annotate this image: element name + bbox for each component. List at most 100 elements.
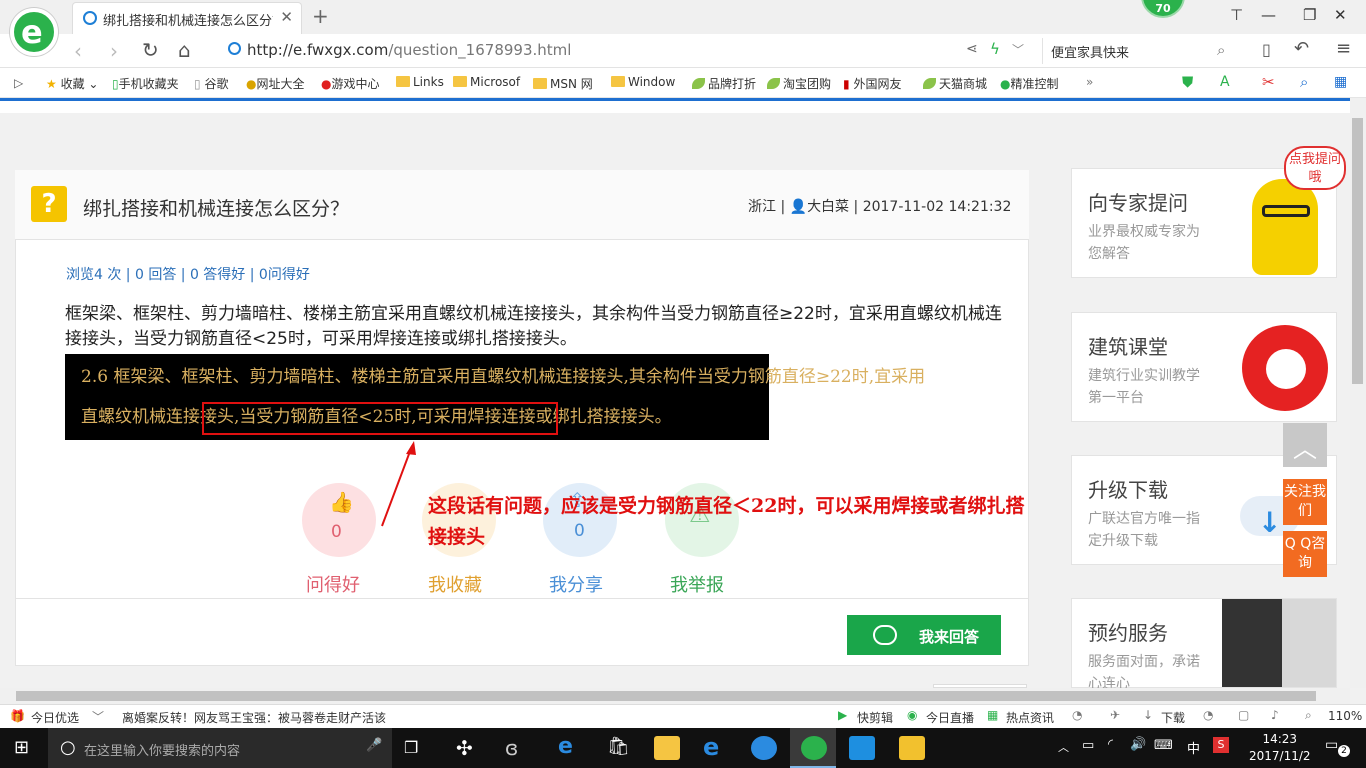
swirl-icon[interactable]: ɞ — [505, 736, 518, 760]
bookmark-msn[interactable]: MSN 网 — [533, 75, 593, 92]
browser-logo[interactable]: e — [10, 8, 58, 56]
plus-app-icon[interactable] — [849, 736, 875, 760]
pin-icon[interactable]: ✈ — [1110, 708, 1120, 722]
menu-icon[interactable]: ≡ — [1336, 38, 1351, 59]
tray-app-icon[interactable]: ▭ — [1082, 738, 1094, 753]
forward-button[interactable]: › — [110, 39, 118, 63]
grid-icon[interactable]: ▦ — [1334, 74, 1347, 90]
ime-indicator[interactable]: 中 — [1187, 738, 1200, 757]
bookmark-precise[interactable]: ●精准控制 — [1000, 75, 1059, 92]
search-icon[interactable]: ⌕ — [1217, 41, 1225, 59]
close-icon[interactable]: ✕ — [280, 8, 293, 26]
shield-icon[interactable]: ⛊ — [1182, 73, 1193, 91]
more-bookmarks-icon[interactable]: » — [1086, 75, 1093, 89]
username[interactable]: 大白菜 — [807, 199, 849, 215]
taskbar-search[interactable]: ○ 在这里输入你要搜索的内容 🎤 — [48, 728, 392, 768]
bookmark-favorites[interactable]: ★ 收藏 ⌄ — [46, 75, 98, 92]
bookmark-microsoft[interactable]: Microsof — [453, 75, 520, 89]
sogou-icon[interactable]: S — [1213, 737, 1229, 753]
back-button[interactable]: ‹ — [74, 39, 82, 63]
sound-icon[interactable]: ♪ — [1271, 708, 1279, 722]
clean-icon[interactable]: ◔ — [1203, 708, 1213, 722]
zoom-icon[interactable]: ⌕ — [1305, 708, 1312, 723]
bookmark-tmall[interactable]: 天猫商城 — [923, 75, 987, 92]
chevron-down-icon[interactable]: ﹀ — [1012, 41, 1024, 58]
qq-consult-button[interactable]: Q Q咨询 — [1283, 531, 1327, 577]
tab-title: 绑扎搭接和机械连接怎么区分？_ — [103, 14, 273, 29]
bookmark-mobile[interactable]: ▯手机收藏夹 — [112, 75, 179, 92]
vertical-scroll-thumb[interactable] — [1352, 118, 1363, 384]
refresh-icon[interactable]: ↻ — [142, 38, 159, 62]
undo-icon[interactable]: ↶ — [1294, 38, 1309, 59]
status-item-clip[interactable]: 快剪辑 — [857, 709, 893, 726]
explorer-icon[interactable] — [654, 736, 680, 760]
g-icon[interactable] — [751, 736, 777, 760]
bookmark-taobao[interactable]: 淘宝团购 — [767, 75, 831, 92]
pinwheel-icon[interactable]: ✣ — [456, 736, 473, 760]
tab-active[interactable]: 绑扎搭接和机械连接怎么区分？_ ✕ — [72, 2, 302, 34]
search-input[interactable]: 便宜家具快来 ⌕ — [1042, 38, 1242, 64]
card-service[interactable]: 预约服务 服务面对面，承诺心连心 — [1071, 598, 1337, 692]
notes-icon[interactable] — [899, 736, 925, 760]
bookmark-label: 收藏 — [60, 77, 85, 91]
url-field[interactable]: http://e.fwxgx.com/question_1678993.html — [247, 41, 571, 59]
scissors-icon[interactable]: ✂ — [1262, 73, 1275, 91]
action-label-good[interactable]: 问得好 — [306, 571, 360, 597]
search-text: 便宜家具快来 — [1051, 46, 1130, 61]
back-to-top-button[interactable]: ︿ — [1283, 423, 1327, 467]
download-icon: ↓ — [1143, 708, 1154, 722]
phone-icon[interactable]: ▯ — [1262, 40, 1271, 59]
bookmark-games[interactable]: ●游戏中心 — [321, 75, 380, 92]
bookmark-windows[interactable]: Window — [611, 75, 675, 89]
accel-icon[interactable]: ◔ — [1072, 708, 1082, 722]
bookmark-google[interactable]: ▯ 谷歌 — [194, 75, 228, 92]
windows-start-icon[interactable]: ⊞ — [14, 737, 29, 758]
new-tab-button[interactable]: + — [312, 4, 329, 28]
today-picks[interactable]: 今日优选 — [31, 709, 79, 726]
ie-icon — [83, 11, 97, 25]
bookmark-links[interactable]: Links — [396, 75, 444, 89]
url-domain: fwxgx.com — [306, 41, 389, 59]
home-icon[interactable]: ⌂ — [178, 38, 191, 62]
card-title: 升级下载 — [1088, 478, 1168, 502]
ie-icon[interactable]: e — [703, 733, 719, 761]
card-course[interactable]: 建筑课堂 建筑行业实训教学第一平台 — [1071, 312, 1337, 422]
keyboard-icon[interactable]: ⌨ — [1154, 738, 1173, 753]
edge-icon[interactable]: e — [558, 734, 573, 759]
status-item-live[interactable]: 今日直播 — [926, 709, 974, 726]
answer-button[interactable]: 我来回答 — [847, 615, 1001, 655]
close-window-button[interactable]: ✕ — [1334, 6, 1347, 24]
translate-icon[interactable]: A — [1220, 74, 1230, 90]
horizontal-scroll-thumb[interactable] — [16, 691, 1316, 701]
clock[interactable]: 14:23 2017/11/2 — [1249, 731, 1311, 765]
status-item-download[interactable]: 下载 — [1161, 709, 1185, 726]
action-label-share[interactable]: 我分享 — [549, 571, 603, 597]
chevron-down-icon[interactable]: ﹀ — [92, 708, 104, 725]
zoom-level[interactable]: 110% — [1328, 709, 1362, 723]
restore-button[interactable]: ❐ — [1303, 6, 1316, 24]
lightning-icon[interactable]: ϟ — [990, 40, 1000, 58]
zoom-icon[interactable]: ⌕ — [1300, 73, 1308, 91]
minimize-button[interactable]: — — [1261, 6, 1276, 24]
share-icon[interactable]: ⋖ — [966, 41, 978, 57]
bookmark-brand[interactable]: 品牌打折 — [692, 75, 756, 92]
wifi-icon[interactable]: ◜ — [1108, 737, 1113, 752]
task-view-icon[interactable]: ❐ — [404, 738, 418, 757]
window-icon[interactable]: ▢ — [1238, 708, 1249, 722]
action-label-collect[interactable]: 我收藏 — [428, 571, 482, 597]
news-ticker[interactable]: 离婚案反转！网友骂王宝强：被马蓉卷走财产活该 — [122, 709, 386, 726]
status-item-news[interactable]: 热点资讯 — [1006, 709, 1054, 726]
microphone-icon[interactable]: 🎤 — [366, 738, 382, 753]
store-icon[interactable]: 🛍 — [607, 736, 630, 757]
follow-us-button[interactable]: 关注我们 — [1283, 479, 1327, 525]
bookmark-foreign[interactable]: ▮ 外国网友 — [843, 75, 901, 92]
sidebar-toggle-icon[interactable]: ▷ — [14, 76, 23, 90]
bookmark-sites[interactable]: ●网址大全 — [246, 75, 305, 92]
shirt-icon[interactable]: ⊤ — [1230, 6, 1243, 24]
volume-icon[interactable]: 🔊 — [1130, 737, 1146, 752]
action-label-report[interactable]: 我举报 — [670, 571, 724, 597]
tray-up-icon[interactable]: ︿ — [1058, 739, 1069, 755]
thumbs-up-icon: 👍 — [329, 490, 354, 514]
notification-icon[interactable]: ▭ — [1325, 737, 1338, 753]
ask-bubble[interactable]: 点我提问哦 — [1284, 146, 1346, 190]
